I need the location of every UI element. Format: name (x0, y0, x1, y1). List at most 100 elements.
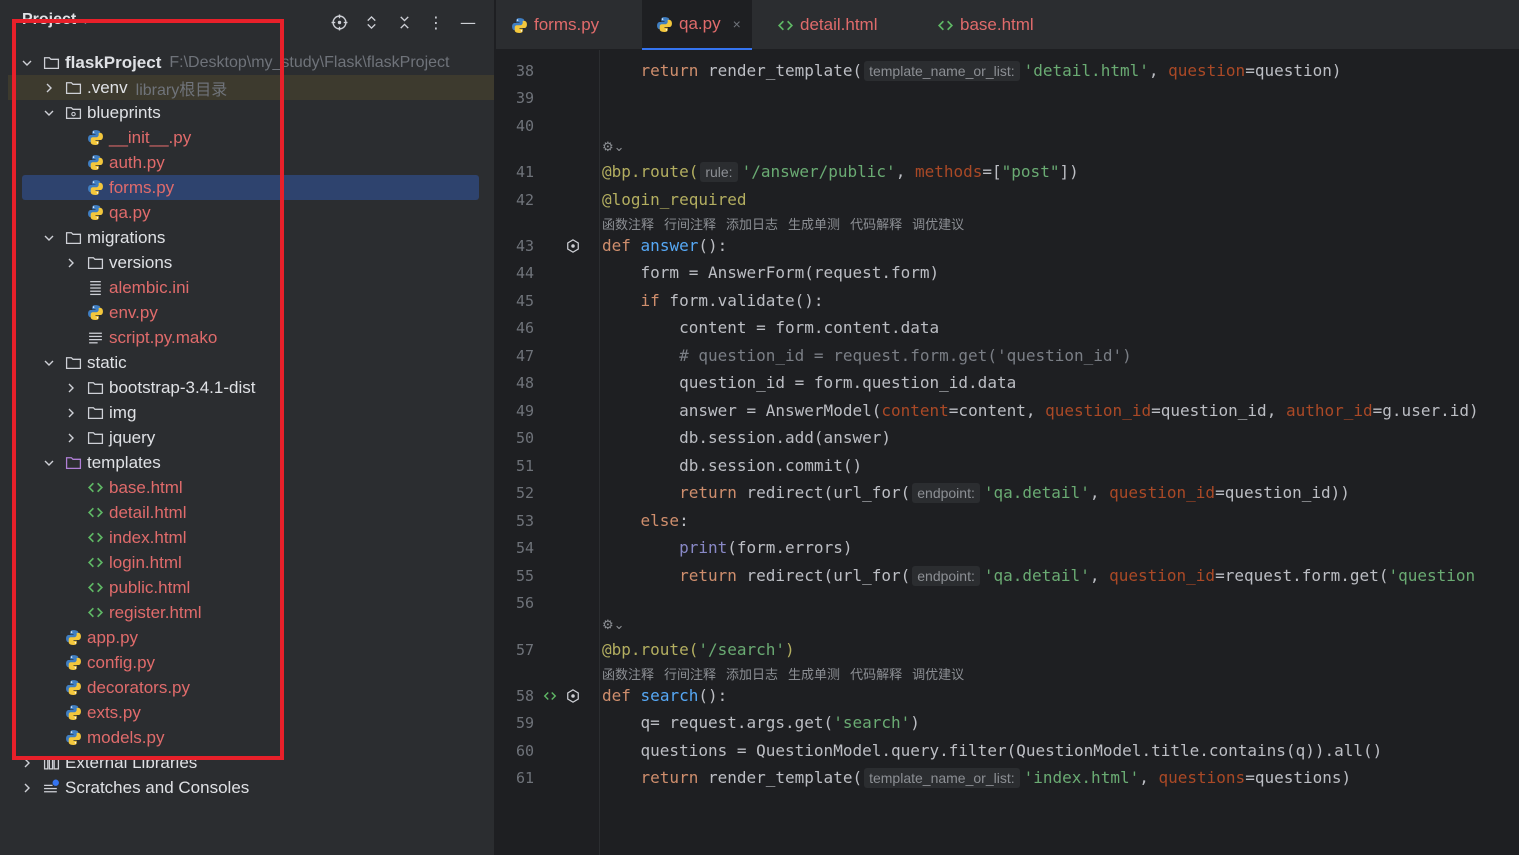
tree-item[interactable]: auth.py (8, 150, 494, 175)
tree-item-label: public.html (109, 577, 191, 597)
tree-item[interactable]: exts.py (8, 700, 494, 725)
expand-all-icon[interactable] (359, 10, 383, 34)
line-number: 48 (515, 374, 534, 392)
code-token: (form.errors) (727, 538, 853, 557)
python-file-icon (86, 129, 104, 147)
tree-item[interactable]: Scratches and Consoles (8, 775, 494, 800)
tree-item[interactable]: versions (8, 250, 494, 275)
codelens-action[interactable]: 生成单测 (788, 668, 840, 683)
tab-detail-html[interactable]: detail.html (762, 0, 912, 50)
project-view-selector[interactable]: Project ⌵ (22, 11, 90, 29)
codelens-action[interactable]: 添加日志 (726, 668, 778, 683)
tree-item[interactable]: templates (8, 450, 494, 475)
code-token: , (895, 162, 915, 181)
chevron-right-icon[interactable] (64, 256, 78, 270)
tree-item[interactable]: static (8, 350, 494, 375)
tree-item[interactable]: migrations (8, 225, 494, 250)
codelens-action[interactable]: 函数注释 (602, 218, 654, 233)
chevron-down-icon: ⌵ (81, 15, 90, 27)
tab-forms-py[interactable]: forms.py (496, 0, 626, 50)
more-options-icon[interactable]: ⋮ (424, 10, 448, 34)
tree-item[interactable]: detail.html (8, 500, 494, 525)
code-token: redirect(url_for( (736, 566, 911, 585)
tree-item[interactable]: __init__.py (8, 125, 494, 150)
tree-item[interactable]: forms.py (22, 175, 479, 200)
tree-item[interactable]: script.py.mako (8, 325, 494, 350)
collapse-all-icon[interactable] (392, 10, 416, 34)
tree-item[interactable]: blueprints (8, 100, 494, 125)
python-file-icon (86, 204, 104, 222)
code-editor[interactable]: 38 return render_template(template_name_… (496, 50, 1519, 855)
tree-item-label: decorators.py (87, 677, 190, 697)
ai-assistant-icon[interactable]: ⚙⌄ (602, 618, 625, 633)
codelens-action[interactable]: 代码解释 (850, 218, 902, 233)
html-file-icon (86, 479, 104, 497)
tree-item[interactable]: flaskProject F:\Desktop\my_study\Flask\fl… (8, 50, 494, 75)
route-gutter-icon[interactable] (565, 688, 581, 704)
gutter-separator (599, 50, 600, 855)
chevron-down-icon[interactable] (42, 231, 56, 245)
tree-item[interactable]: img (8, 400, 494, 425)
codelens-action[interactable]: 行间注释 (664, 668, 716, 683)
libraries-icon (42, 754, 60, 772)
close-tab-icon[interactable]: × (733, 16, 741, 32)
codelens-action[interactable]: 代码解释 (850, 668, 902, 683)
codelens-action[interactable]: 调优建议 (912, 668, 964, 683)
line-number: 50 (515, 429, 534, 447)
tree-item[interactable]: External Libraries (8, 750, 494, 775)
chevron-down-icon[interactable] (42, 456, 56, 470)
chevron-right-icon[interactable] (64, 406, 78, 420)
code-token: =content, (948, 401, 1046, 420)
tree-item[interactable]: index.html (8, 525, 494, 550)
tree-item-label: register.html (109, 602, 202, 622)
route-gutter-icon[interactable] (565, 238, 581, 254)
tree-item[interactable]: bootstrap-3.4.1-dist (8, 375, 494, 400)
tab-label: detail.html (800, 15, 878, 34)
tab-base-html[interactable]: base.html (922, 0, 1052, 50)
code-line: # question_id = request.form.get('questi… (602, 344, 1132, 368)
code-line: db.session.add(answer) (602, 426, 891, 450)
tree-item[interactable]: base.html (8, 475, 494, 500)
tree-item-label: img (109, 402, 137, 422)
ai-assistant-icon[interactable]: ⚙⌄ (602, 140, 625, 155)
editor-tab-bar: forms.py qa.py × detail.html base.html (496, 0, 1519, 50)
tree-item[interactable]: models.py (8, 725, 494, 750)
chevron-right-icon[interactable] (64, 431, 78, 445)
chevron-right-icon[interactable] (64, 381, 78, 395)
codelens-action[interactable]: 调优建议 (912, 218, 964, 233)
tree-item[interactable]: alembic.ini (8, 275, 494, 300)
tree-item-path-hint: library根目录 (135, 81, 228, 99)
chevron-right-icon[interactable] (20, 781, 34, 795)
template-link-gutter-icon[interactable] (542, 688, 558, 704)
codelens-action[interactable]: 行间注释 (664, 218, 716, 233)
tree-item[interactable]: qa.py (8, 200, 494, 225)
tree-item-label: bootstrap-3.4.1-dist (109, 377, 256, 397)
locate-icon[interactable] (327, 10, 351, 34)
line-number: 40 (515, 117, 534, 135)
chevron-right-icon[interactable] (42, 81, 56, 95)
tree-item[interactable]: app.py (8, 625, 494, 650)
code-line: if form.validate(): (602, 289, 824, 313)
chevron-down-icon[interactable] (20, 56, 34, 70)
line-number: 56 (515, 594, 534, 612)
chevron-down-icon[interactable] (42, 356, 56, 370)
codelens-action[interactable]: 添加日志 (726, 218, 778, 233)
chevron-right-icon[interactable] (20, 756, 34, 770)
tree-item[interactable]: decorators.py (8, 675, 494, 700)
tab-qa-py[interactable]: qa.py × (642, 0, 752, 50)
codelens-action[interactable]: 生成单测 (788, 218, 840, 233)
minimize-icon[interactable]: — (456, 10, 480, 34)
codelens-action[interactable]: 函数注释 (602, 668, 654, 683)
tree-item[interactable]: public.html (8, 575, 494, 600)
tree-item-label: config.py (87, 652, 156, 672)
tree-item[interactable]: jquery (8, 425, 494, 450)
tree-item[interactable]: config.py (8, 650, 494, 675)
tree-item[interactable]: .venv library根目录 (8, 75, 494, 100)
tree-item[interactable]: env.py (8, 300, 494, 325)
tree-item[interactable]: login.html (8, 550, 494, 575)
tree-item[interactable]: register.html (8, 600, 494, 625)
chevron-down-icon[interactable] (42, 106, 56, 120)
